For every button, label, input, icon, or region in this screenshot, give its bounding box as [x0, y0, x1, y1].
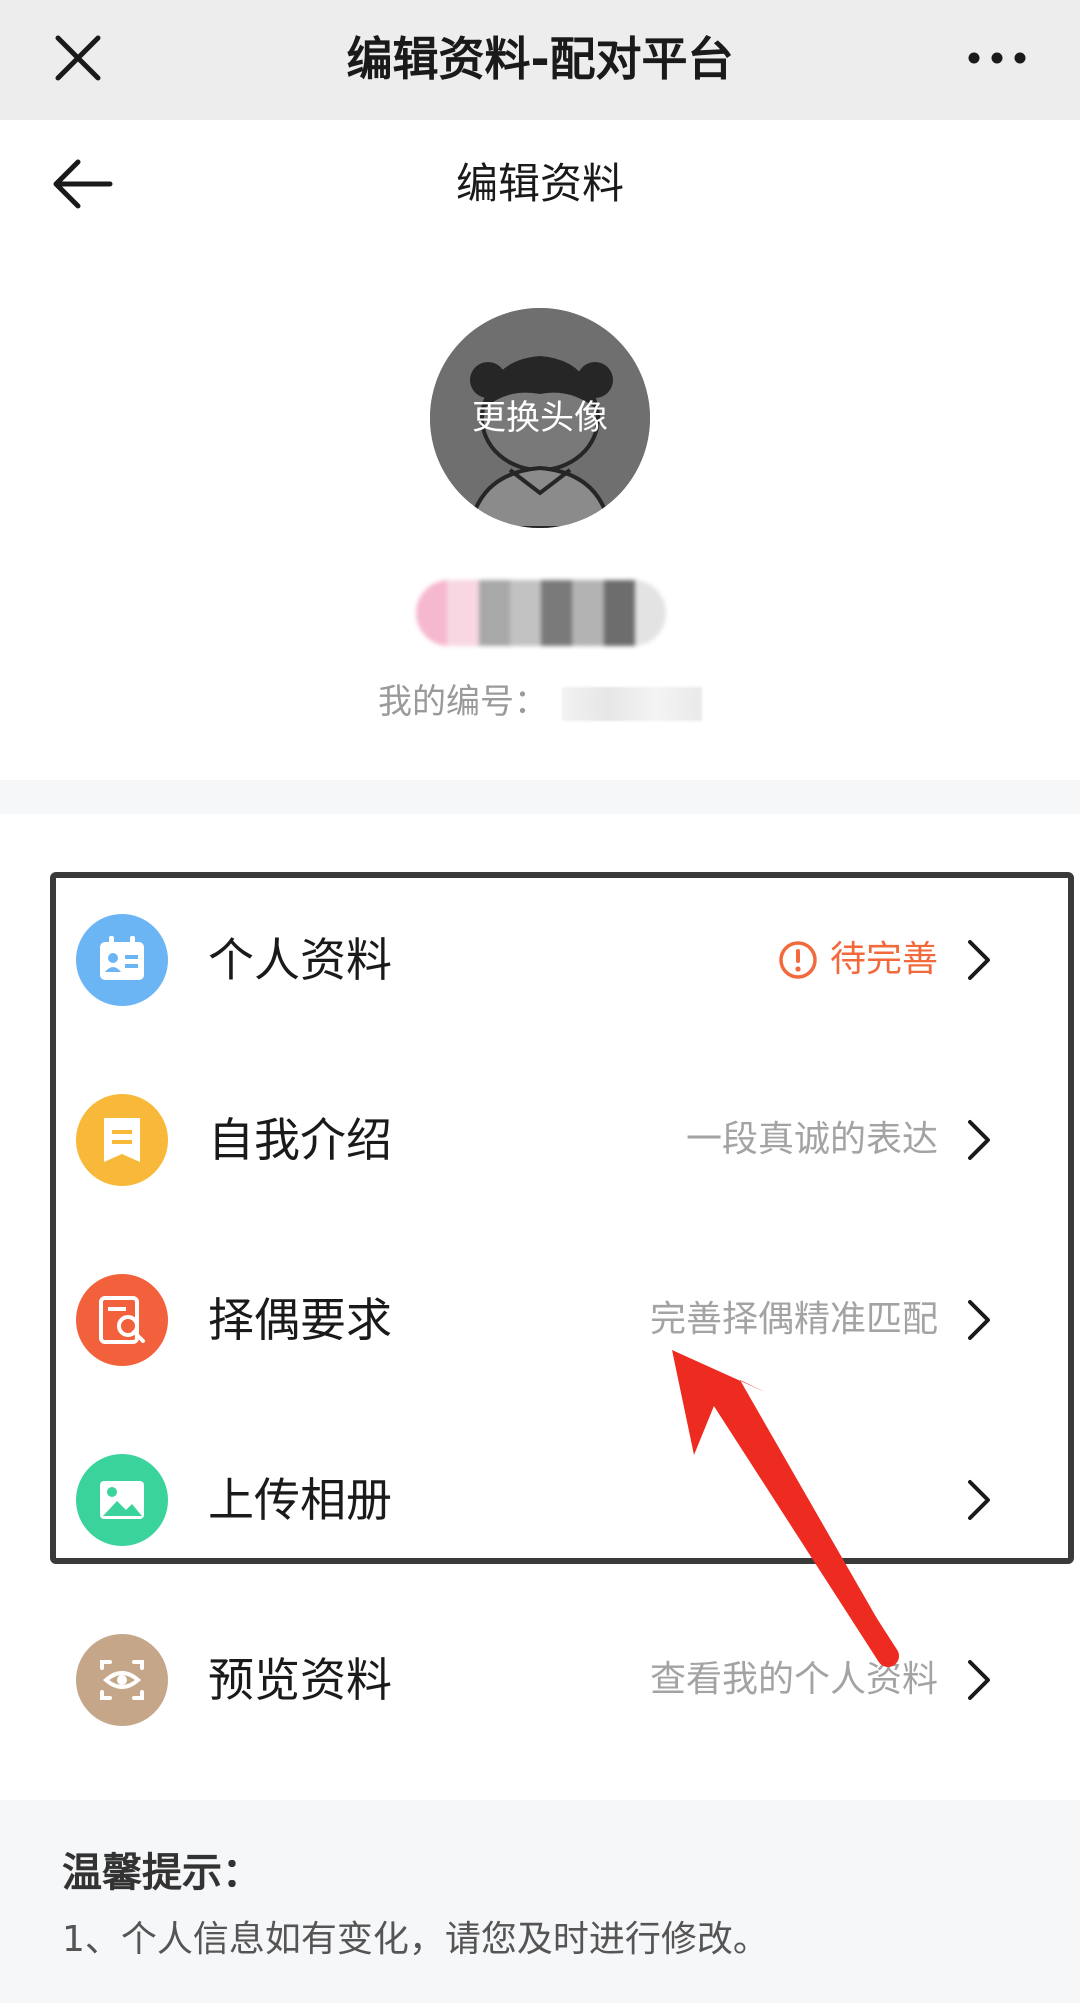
avatar-change-button[interactable]: 更换头像 — [430, 308, 650, 528]
menu-item-label: 预览资料 — [208, 1653, 392, 1707]
page-title: 编辑资料 — [455, 159, 624, 208]
search-document-icon — [76, 1274, 168, 1366]
chevron-right-icon — [968, 1660, 990, 1700]
menu-item-label: 个人资料 — [208, 933, 392, 987]
user-id-label: 我的编号： — [378, 682, 548, 722]
chevron-right-icon — [968, 1300, 990, 1340]
menu-item-hint: 完善择偶精准匹配 — [649, 1299, 938, 1340]
menu-item-label: 上传相册 — [208, 1473, 392, 1527]
chevron-right-icon — [968, 1480, 990, 1520]
menu-item-hint: 查看我的个人资料 — [649, 1659, 938, 1700]
eye-scan-icon — [76, 1634, 168, 1726]
window-titlebar: 编辑资料-配对平台 — [0, 0, 1080, 120]
section-divider — [0, 780, 1080, 814]
menu-item-label: 自我介绍 — [208, 1113, 392, 1167]
status-text: 待完善 — [829, 939, 938, 980]
user-id-masked — [562, 686, 702, 721]
bookmark-note-icon — [76, 1094, 168, 1186]
avatar-label: 更换头像 — [472, 398, 608, 438]
menu-item-partner-requirements[interactable]: 择偶要求 完善择偶精准匹配 — [0, 1230, 1080, 1410]
more-icon[interactable] — [962, 38, 1032, 78]
window-title: 编辑资料-配对平台 — [346, 32, 734, 86]
menu-item-personal-info[interactable]: 个人资料 待完善 — [0, 870, 1080, 1050]
chevron-right-icon — [968, 1120, 990, 1160]
user-id-line: 我的编号： — [0, 672, 1080, 732]
warning-icon — [779, 941, 817, 979]
nickname-masked — [416, 580, 666, 646]
menu-item-self-intro[interactable]: 自我介绍 一段真诚的表达 — [0, 1050, 1080, 1230]
menu-item-preview-profile[interactable]: 预览资料 查看我的个人资料 — [0, 1590, 1080, 1770]
menu-item-hint: 一段真诚的表达 — [685, 1119, 938, 1160]
status-badge: 待完善 — [778, 870, 938, 1050]
menu-item-upload-album[interactable]: 上传相册 — [0, 1410, 1080, 1590]
id-card-icon — [76, 914, 168, 1006]
tips-section: 温馨提示： 1、个人信息如有变化，请您及时进行修改。 — [0, 1800, 1080, 2003]
menu-item-label: 择偶要求 — [208, 1293, 392, 1347]
page-header: 编辑资料 — [0, 120, 1080, 248]
tips-title: 温馨提示： — [62, 1850, 262, 1896]
tips-line: 1、个人信息如有变化，请您及时进行修改。 — [62, 1919, 769, 1960]
image-icon — [76, 1454, 168, 1546]
chevron-right-icon — [968, 940, 990, 980]
